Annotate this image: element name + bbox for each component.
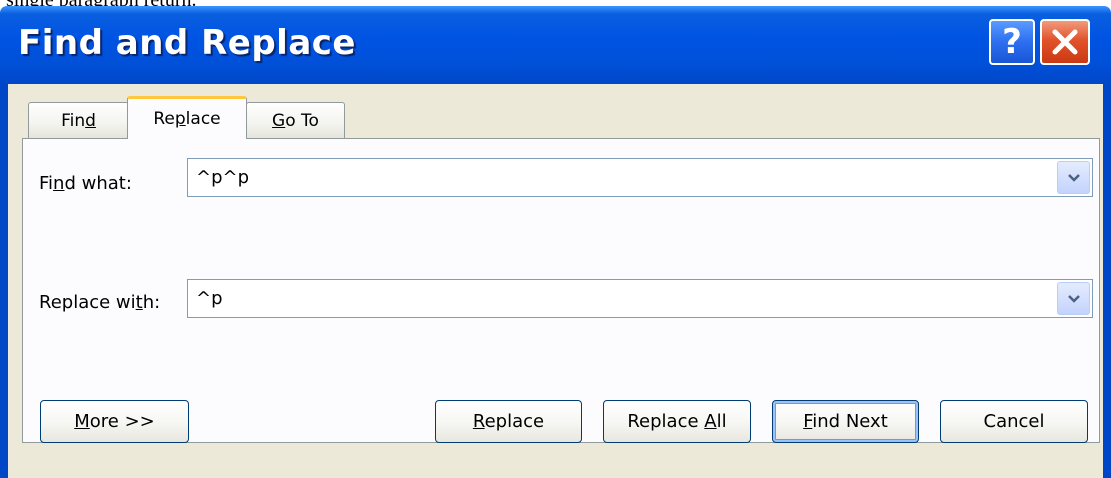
tab-replace[interactable]: Replace: [127, 96, 247, 139]
help-button[interactable]: ?: [989, 19, 1035, 65]
find-what-combobox[interactable]: ^p^p: [187, 158, 1093, 197]
find-next-button-label: Find Next: [803, 411, 888, 432]
tab-find-label: Find: [61, 110, 96, 131]
replace-tab-panel: Find what: ^p^p Replace with: ^p: [22, 138, 1100, 443]
chevron-down-icon: [1067, 173, 1080, 182]
tab-goto[interactable]: Go To: [246, 102, 345, 138]
close-icon: [1052, 29, 1078, 55]
find-what-dropdown-button[interactable]: [1057, 161, 1090, 194]
window-frame-right: [1103, 84, 1111, 478]
more-button[interactable]: More >>: [40, 400, 189, 443]
find-what-input[interactable]: ^p^p: [196, 167, 249, 188]
window-frame-left: [0, 84, 8, 478]
find-next-button[interactable]: Find Next: [772, 400, 919, 443]
replace-button-label: Replace: [472, 411, 545, 432]
more-button-label: More >>: [74, 411, 155, 432]
find-replace-dialog: single paragraph return. Find and Replac…: [0, 0, 1111, 478]
tab-goto-label: Go To: [272, 110, 319, 131]
cancel-button-label: Cancel: [983, 411, 1045, 432]
replace-with-input[interactable]: ^p: [196, 288, 223, 309]
cancel-button[interactable]: Cancel: [940, 400, 1088, 443]
replace-with-label: Replace with:: [39, 292, 161, 313]
chevron-down-icon: [1067, 294, 1080, 303]
tab-find[interactable]: Find: [28, 102, 129, 138]
replace-with-dropdown-button[interactable]: [1057, 282, 1090, 315]
find-what-label: Find what:: [39, 173, 132, 194]
replace-button[interactable]: Replace: [435, 400, 582, 443]
window-title: Find and Replace: [18, 23, 356, 63]
close-button[interactable]: [1040, 19, 1090, 65]
replace-all-button-label: Replace All: [627, 411, 727, 432]
replace-all-button[interactable]: Replace All: [603, 400, 751, 443]
tab-replace-label: Replace: [153, 109, 221, 129]
help-icon: ?: [1002, 22, 1022, 62]
title-bar[interactable]: Find and Replace ?: [0, 6, 1111, 84]
replace-with-combobox[interactable]: ^p: [187, 279, 1093, 318]
